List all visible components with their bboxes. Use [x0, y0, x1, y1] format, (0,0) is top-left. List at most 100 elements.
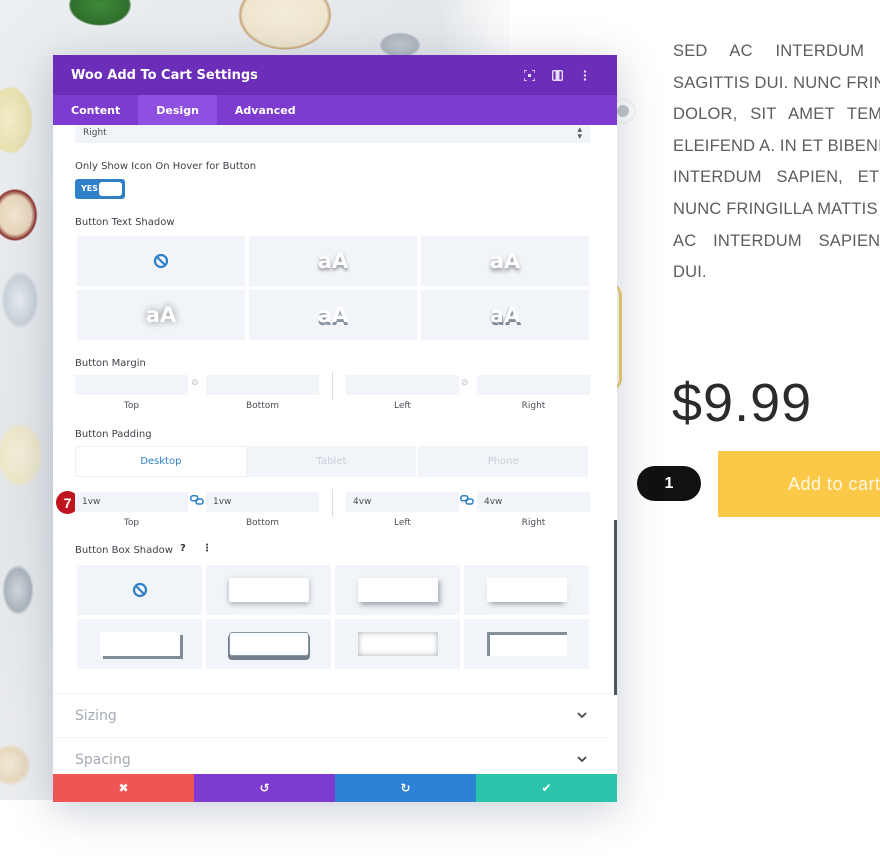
help-icon[interactable]: ?: [180, 543, 186, 554]
accordion-spacing[interactable]: Spacing: [53, 737, 609, 774]
button-margin-label: Button Margin: [75, 358, 146, 369]
description-line: SED AC INTERDUM: [673, 42, 865, 60]
text-shadow-preset-2[interactable]: aA: [421, 236, 589, 286]
modal-title: Woo Add To Cart Settings: [71, 67, 258, 83]
chevron-down-icon: [577, 710, 587, 721]
accordion-title: Spacing: [75, 751, 131, 768]
description-line: ELEIFEND A. IN ET BIBENI: [673, 136, 880, 155]
button-margin-inputs: ⊘ ⊘: [75, 372, 590, 400]
settings-modal: Woo Add To Cart Settings Content Design …: [53, 55, 617, 802]
drag-handle-icon: [617, 105, 629, 117]
modal-tabs: Content Design Advanced: [53, 95, 617, 125]
accordion-title: Sizing: [75, 707, 117, 724]
box-shadow-preset-7[interactable]: [464, 619, 589, 669]
tab-design[interactable]: Design: [138, 95, 217, 125]
button-padding-label: Button Padding: [75, 429, 152, 440]
margin-bottom-input[interactable]: [206, 375, 319, 395]
icon-hover-label: Only Show Icon On Hover for Button: [75, 161, 257, 172]
icon-hover-toggle[interactable]: YES: [75, 179, 125, 199]
divider: [332, 489, 333, 517]
text-shadow-label: Button Text Shadow: [75, 217, 175, 228]
padding-bottom-input[interactable]: 1vw: [206, 492, 319, 512]
padding-right-input[interactable]: 4vw: [477, 492, 590, 512]
padding-device-tabs: Desktop Tablet Phone: [75, 446, 591, 477]
unlink-icon[interactable]: ⊘: [191, 378, 199, 388]
device-tab-desktop[interactable]: Desktop: [75, 446, 247, 477]
alignment-select[interactable]: Right ▴ ▾: [75, 125, 590, 143]
toggle-yes-label: YES: [81, 184, 99, 193]
more-options-icon[interactable]: ⋮: [202, 543, 212, 554]
tab-content[interactable]: Content: [53, 95, 138, 125]
link-icon[interactable]: [190, 495, 204, 508]
box-shadow-preset-4[interactable]: [77, 619, 202, 669]
toggle-knob: [99, 182, 122, 196]
link-icon[interactable]: [460, 495, 474, 508]
shadow-preview: [357, 632, 438, 656]
description-line: DUI.: [673, 263, 707, 282]
margin-bottom-caption: Bottom: [245, 401, 279, 411]
add-to-cart-button[interactable]: Add to cart: [718, 451, 880, 517]
tab-advanced[interactable]: Advanced: [217, 95, 314, 125]
box-shadow-label: Button Box Shadow: [75, 545, 173, 556]
description-line: DOLOR, SIT AMET TEMP: [673, 105, 880, 124]
text-shadow-none[interactable]: [77, 236, 245, 286]
box-shadow-preset-5[interactable]: [206, 619, 331, 669]
text-shadow-preset-4[interactable]: aA: [249, 290, 417, 340]
padding-bottom-caption: Bottom: [245, 518, 279, 528]
box-shadow-preset-6[interactable]: [335, 619, 460, 669]
more-vertical-icon[interactable]: [571, 65, 599, 85]
save-button[interactable]: ✔: [476, 774, 617, 802]
modal-header: Woo Add To Cart Settings: [53, 55, 617, 95]
text-shadow-preset-1[interactable]: aA: [249, 236, 417, 286]
box-shadow-preset-3[interactable]: [464, 565, 589, 615]
padding-left-input[interactable]: 4vw: [346, 492, 459, 512]
shadow-preview: [486, 632, 567, 656]
shadow-preview: [486, 578, 567, 602]
divider: [332, 372, 333, 400]
description-line: INTERDUM SAPIEN, ET S: [673, 168, 880, 187]
scrollbar[interactable]: [614, 520, 617, 695]
padding-top-caption: Top: [123, 518, 140, 528]
text-shadow-preset-5[interactable]: aA: [421, 290, 589, 340]
box-shadow-preset-1[interactable]: [206, 565, 331, 615]
margin-left-input[interactable]: [346, 375, 459, 395]
padding-right-caption: Right: [521, 518, 546, 528]
device-tab-phone[interactable]: Phone: [418, 446, 591, 477]
shadow-preview: [228, 632, 309, 656]
cancel-button[interactable]: ✖: [53, 774, 194, 802]
margin-top-caption: Top: [123, 401, 140, 411]
no-shadow-icon: [153, 253, 169, 269]
margin-left-caption: Left: [394, 401, 411, 411]
chevron-down-icon: [577, 754, 587, 765]
button-padding-inputs: 1vw 1vw 4vw 4vw: [75, 489, 590, 517]
margin-top-input[interactable]: [75, 375, 188, 395]
box-shadow-presets: [77, 565, 589, 669]
modal-footer: ✖ ↺ ↻ ✔: [53, 774, 617, 802]
box-shadow-none[interactable]: [77, 565, 202, 615]
text-shadow-preset-3[interactable]: aA: [77, 290, 245, 340]
margin-right-caption: Right: [521, 401, 546, 411]
device-tab-tablet[interactable]: Tablet: [247, 446, 419, 477]
padding-top-input[interactable]: 1vw: [75, 492, 188, 512]
sidebar-toggle-icon[interactable]: [543, 65, 571, 85]
shadow-preview: [99, 632, 180, 656]
redo-button[interactable]: ↻: [335, 774, 476, 802]
description-line: AC INTERDUM SAPIEN,: [673, 231, 880, 250]
settings-scroll-area: Right ▴ ▾ Only Show Icon On Hover for But…: [53, 125, 617, 774]
box-shadow-preset-2[interactable]: [335, 565, 460, 615]
product-price: $9.99: [672, 373, 813, 433]
padding-left-caption: Left: [394, 518, 411, 528]
unlink-icon[interactable]: ⊘: [461, 378, 469, 388]
text-shadow-presets: aA aA aA aA aA: [77, 236, 589, 340]
description-line: SAGITTIS DUI. NUNC FRING: [673, 73, 880, 92]
expand-icon[interactable]: [515, 65, 543, 85]
shadow-preview: [228, 578, 309, 602]
no-shadow-icon: [132, 582, 147, 598]
margin-right-input[interactable]: [477, 375, 590, 395]
alignment-select-value: Right: [83, 128, 107, 138]
quantity-input[interactable]: 1: [637, 466, 701, 501]
product-description: SED AC INTERDUM SAGITTIS DUI. NUNC FRING…: [673, 36, 880, 289]
description-line: NUNC FRINGILLA MATTIS: [673, 199, 878, 218]
undo-button[interactable]: ↺: [194, 774, 335, 802]
accordion-sizing[interactable]: Sizing: [53, 693, 609, 737]
